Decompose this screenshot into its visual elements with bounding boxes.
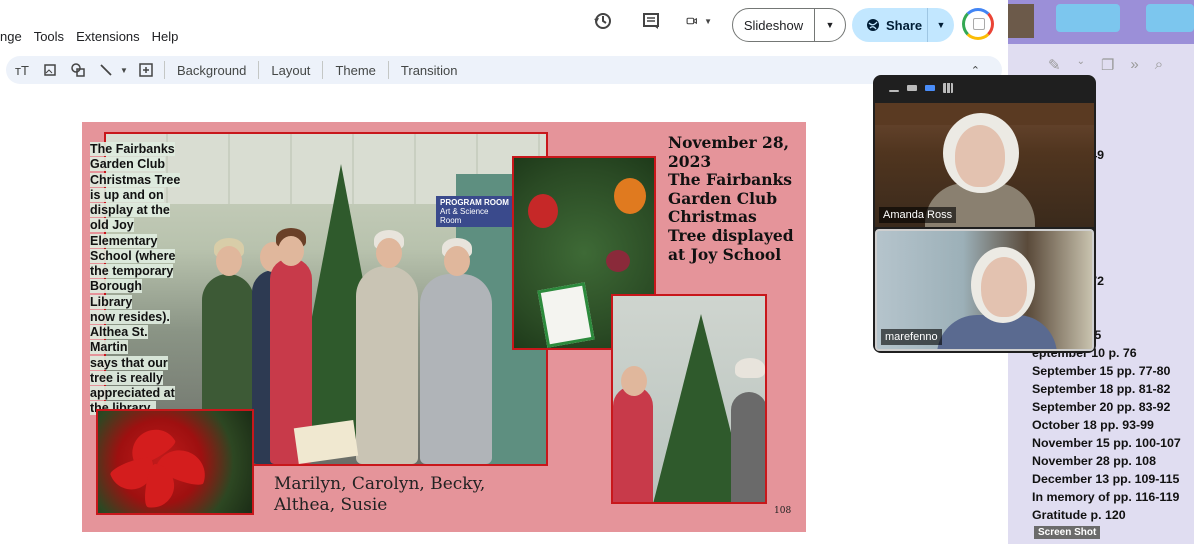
- menu-bar: nge Tools Extensions Help: [0, 24, 178, 48]
- participant-name: marefenno: [881, 329, 942, 345]
- participant-tile[interactable]: Amanda Ross: [875, 103, 1094, 227]
- slide-title[interactable]: November 28, 2023 The Fairbanks Garden C…: [668, 133, 798, 264]
- view-grid-icon[interactable]: [943, 83, 953, 93]
- index-entry: Gratitude p. 120: [1032, 508, 1126, 522]
- meet-camera-icon[interactable]: ▼: [686, 8, 712, 34]
- screenshot-label: Screen Shot: [1034, 526, 1101, 539]
- copy-icon[interactable]: ❐: [1101, 56, 1114, 74]
- index-entry: September 15 pp. 77-80: [1032, 364, 1171, 378]
- orange-ornament: [614, 178, 646, 214]
- decorating-tree-photo[interactable]: [611, 294, 767, 504]
- participant-tile[interactable]: marefenno: [875, 229, 1094, 351]
- person-susie: [420, 274, 492, 464]
- photo-tag-ornament: [537, 282, 595, 348]
- names-caption[interactable]: Marilyn, Carolyn, Becky, Althea, Susie: [274, 474, 534, 515]
- participant-face: [981, 257, 1027, 317]
- index-entry: November 28 pp. 108: [1032, 454, 1156, 468]
- more-icon[interactable]: »: [1130, 56, 1138, 74]
- background-button[interactable]: Background: [171, 63, 252, 78]
- share-button[interactable]: Share ▼: [852, 8, 954, 42]
- toolbar-divider: [258, 61, 260, 79]
- layout-button[interactable]: Layout: [265, 63, 316, 78]
- slide-canvas[interactable]: PROGRAM ROOM Art & Science Room The Fair…: [82, 122, 806, 532]
- toolbar-divider: [387, 61, 389, 79]
- line-icon[interactable]: [94, 59, 118, 81]
- chevron-down-icon[interactable]: ▼: [815, 20, 845, 30]
- index-entry: September 20 pp. 83-92: [1032, 400, 1171, 414]
- video-call-controls: [873, 75, 1096, 101]
- account-avatar[interactable]: [962, 8, 994, 40]
- chevron-down-icon[interactable]: ▼: [118, 59, 130, 81]
- shape-icon[interactable]: [66, 59, 90, 81]
- index-entry: September 18 pp. 81-82: [1032, 382, 1171, 396]
- image-icon[interactable]: [38, 59, 62, 81]
- header-actions: ▼: [590, 8, 712, 34]
- view-stack-icon[interactable]: [925, 85, 935, 91]
- page-number: 108: [774, 506, 792, 516]
- participant-thumbnail: [1008, 4, 1034, 38]
- pen-icon[interactable]: ✎: [1048, 56, 1061, 74]
- theme-button[interactable]: Theme: [329, 63, 381, 78]
- text-size-icon[interactable]: тT: [10, 59, 34, 81]
- history-icon[interactable]: [590, 8, 616, 34]
- participant-face: [955, 125, 1005, 187]
- menu-arrange[interactable]: nge: [0, 29, 22, 44]
- format-toolbar: тT ▼ Background Layout Theme Transition …: [6, 56, 1002, 84]
- index-entry: October 18 pp. 93-99: [1032, 418, 1154, 432]
- slideshow-button[interactable]: Slideshow ▼: [732, 8, 846, 42]
- index-entry: November 15 pp. 100-107: [1032, 436, 1181, 450]
- index-entry: December 13 pp. 109-115: [1032, 472, 1180, 486]
- minimize-icon[interactable]: [889, 90, 899, 92]
- index-entry: In memory of pp. 116-119: [1032, 490, 1180, 504]
- video-call-window[interactable]: Amanda Ross marefenno: [873, 75, 1096, 353]
- menu-extensions[interactable]: Extensions: [76, 29, 140, 44]
- program-room-sign: PROGRAM ROOM Art & Science Room: [436, 196, 513, 227]
- red-ornament: [528, 194, 558, 228]
- chevron-down-icon[interactable]: ⌄: [1077, 56, 1085, 74]
- insert-box-icon[interactable]: [134, 59, 158, 81]
- menu-help[interactable]: Help: [152, 29, 179, 44]
- doc-tools: ✎ ⌄ ❐ » ⌕: [1048, 56, 1163, 74]
- globe-icon: [867, 19, 879, 31]
- slide-caption[interactable]: The Fairbanks Garden Club Christmas Tree…: [90, 142, 182, 417]
- poinsettia-photo[interactable]: [96, 409, 254, 515]
- view-single-icon[interactable]: [907, 85, 917, 91]
- tree-sign-card: [293, 419, 359, 464]
- transition-button[interactable]: Transition: [395, 63, 464, 78]
- toolbar-divider: [164, 61, 165, 79]
- toolbar-divider: [322, 61, 324, 79]
- chevron-down-icon: ▼: [704, 16, 712, 26]
- chevron-down-icon[interactable]: ▼: [928, 20, 954, 30]
- comment-icon[interactable]: [638, 8, 664, 34]
- person-althea: [356, 266, 418, 464]
- participant-name: Amanda Ross: [879, 207, 957, 223]
- share-label: Share: [886, 17, 923, 33]
- slideshow-label[interactable]: Slideshow: [733, 9, 815, 41]
- menu-tools[interactable]: Tools: [34, 29, 64, 44]
- search-icon[interactable]: ⌕: [1155, 56, 1163, 74]
